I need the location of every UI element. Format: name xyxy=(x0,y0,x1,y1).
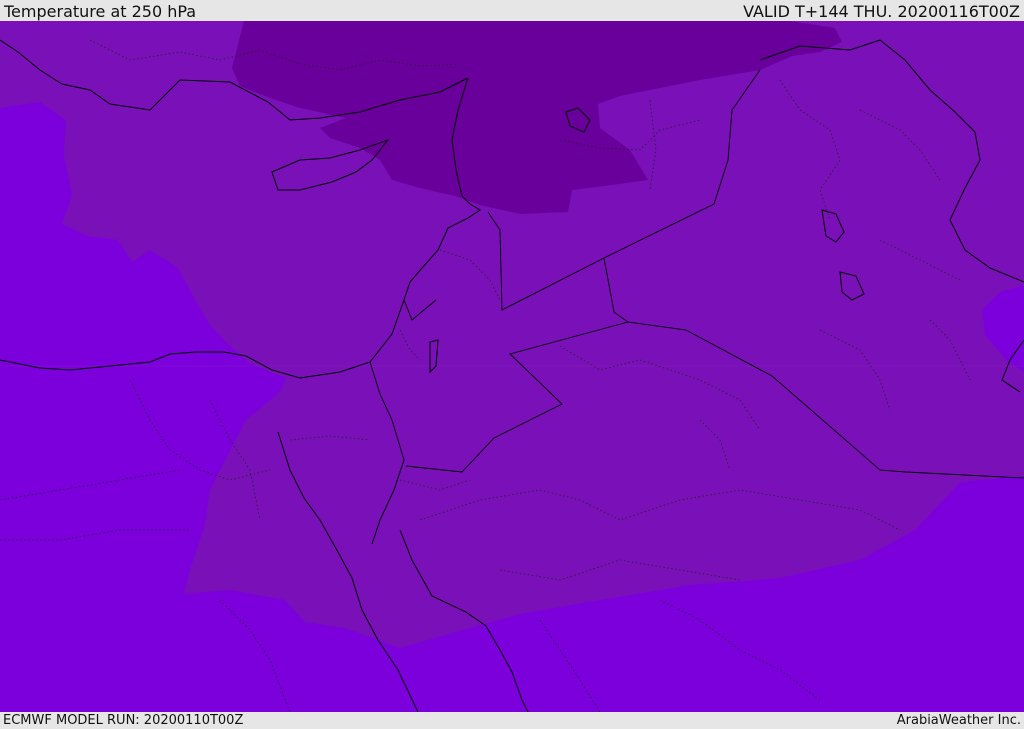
header-bar: Temperature at 250 hPa VALID T+144 THU. … xyxy=(0,0,1024,21)
footer-bar: ECMWF MODEL RUN: 20200110T00Z ArabiaWeat… xyxy=(0,712,1024,729)
model-run: ECMWF MODEL RUN: 20200110T00Z xyxy=(3,713,244,728)
weather-map[interactable] xyxy=(0,21,1024,712)
valid-time: VALID T+144 THU. 20200116T00Z xyxy=(743,2,1020,21)
credit: ArabiaWeather Inc. xyxy=(896,713,1021,728)
map-title: Temperature at 250 hPa xyxy=(4,2,197,21)
